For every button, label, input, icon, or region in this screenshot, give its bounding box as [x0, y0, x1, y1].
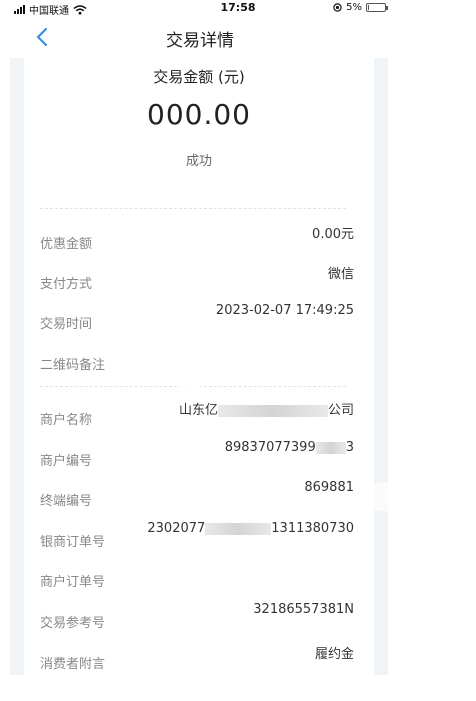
row-value: 0.00元 — [312, 227, 354, 242]
battery-icon — [366, 3, 388, 12]
redaction-blur — [205, 522, 272, 535]
status-right: 5% — [333, 2, 388, 13]
amount-value: 000.00 — [147, 98, 251, 131]
status-bar: 中国联通 17:58 5% — [0, 0, 476, 18]
row-label: 二维码备注 — [40, 358, 106, 373]
detail-row-transaction-time: 交易时间 2023-02-07 17:49:25 — [24, 303, 374, 333]
row-value: 微信 — [327, 267, 354, 282]
row-label: 交易时间 — [40, 317, 93, 332]
glare-overlay — [170, 385, 210, 403]
redaction-blur — [217, 404, 328, 417]
row-label: 优惠金额 — [40, 237, 93, 252]
bank-order-no-start: 2302077 — [147, 521, 206, 536]
row-value: 2302077 1311380730 — [147, 521, 354, 536]
detail-row-reference-no: 交易参考号 32186557381N — [24, 602, 374, 632]
page-title: 交易详情 — [166, 31, 234, 51]
redaction-blur — [315, 441, 346, 454]
row-label: 消费者附言 — [40, 657, 106, 672]
battery-percent: 5% — [346, 2, 362, 13]
amount-label: 交易金额 (元) — [153, 68, 245, 86]
bank-order-no-end: 1311380730 — [271, 521, 354, 536]
row-label: 交易参考号 — [40, 616, 106, 631]
merchant-no-start: 89837077399 — [224, 440, 316, 455]
row-label: 商户订单号 — [40, 575, 106, 590]
row-value: 869881 — [304, 480, 354, 495]
transaction-detail-card: 交易金额 (元) 000.00 成功 优惠金额 0.00元 支付方式 微信 交易… — [24, 58, 374, 675]
detail-row-merchant-name: 商户名称 山东亿 公司 — [24, 399, 374, 429]
row-value: 履约金 — [314, 647, 354, 662]
row-value: 89837077399 3 — [225, 440, 354, 455]
detail-row-qr-note: 二维码备注 — [24, 344, 374, 374]
row-label: 银商订单号 — [40, 535, 106, 550]
row-value: 2023-02-07 17:49:25 — [215, 303, 354, 318]
row-label: 商户编号 — [40, 454, 93, 469]
status-time: 17:58 — [220, 1, 256, 14]
orientation-lock-icon — [333, 3, 342, 12]
detail-row-merchant-order-no: 商户订单号 — [24, 561, 374, 591]
detail-row-merchant-no: 商户编号 89837077399 3 — [24, 440, 374, 470]
status-text: 成功 — [185, 154, 212, 169]
divider — [40, 208, 346, 209]
merchant-name-start: 山东亿 — [178, 403, 218, 418]
merchant-no-end: 3 — [345, 440, 354, 455]
detail-row-bank-order-no: 银商订单号 2302077 1311380730 — [24, 521, 374, 551]
row-label: 支付方式 — [40, 277, 93, 292]
detail-row-terminal-no: 终端编号 869881 — [24, 480, 374, 510]
row-value: 山东亿 公司 — [179, 399, 354, 418]
detail-row-discount: 优惠金额 0.00元 — [24, 223, 374, 253]
glare-overlay — [360, 482, 420, 512]
detail-row-payment-method: 支付方式 微信 — [24, 263, 374, 293]
nav-bar: 交易详情 — [0, 18, 476, 58]
detail-row-consumer-note: 消费者附言 履约金 — [24, 643, 374, 673]
row-label: 商户名称 — [40, 413, 93, 428]
merchant-name-end: 公司 — [327, 403, 354, 418]
row-value: 32186557381N — [253, 602, 354, 617]
row-label: 终端编号 — [40, 494, 93, 509]
